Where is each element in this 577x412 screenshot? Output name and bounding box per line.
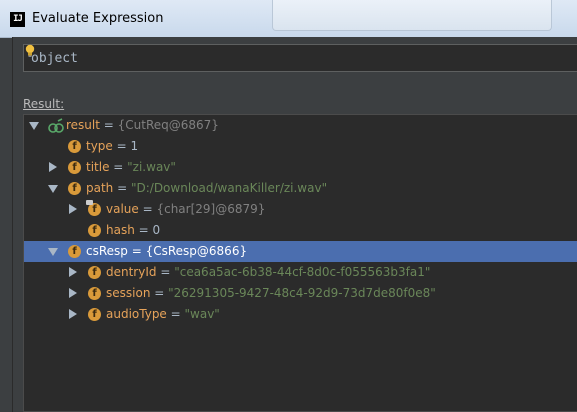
variable-name: type: [86, 139, 113, 153]
tree-row-title[interactable]: f title = "zi.wav": [24, 157, 577, 178]
tree-row-dentryid[interactable]: f dentryId = "cea6a5ac-6b38-44cf-8d0c-f0…: [24, 262, 577, 283]
field-icon: f: [88, 308, 101, 321]
variable-name: value: [106, 202, 139, 216]
chevron-down-icon[interactable]: [48, 248, 58, 256]
chevron-right-icon[interactable]: [49, 162, 57, 172]
tree-row-result[interactable]: result = {CutReq@6867}: [24, 115, 577, 136]
variable-value: 1: [130, 139, 139, 153]
tree-row-path[interactable]: f path = "D:/Download/wanaKiller/zi.wav": [24, 178, 577, 199]
variable-value: {CutReq@6867}: [117, 118, 219, 132]
result-tree[interactable]: result = {CutReq@6867} f type = 1 f titl…: [23, 114, 577, 412]
variable-value: "26291305-9427-48c4-92d9-73d7de80f0e8": [168, 286, 436, 300]
chevron-right-icon[interactable]: [69, 288, 77, 298]
tree-row-session[interactable]: f session = "26291305-9427-48c4-92d9-73d…: [24, 283, 577, 304]
field-icon: f: [68, 161, 81, 174]
variable-name: session: [106, 286, 151, 300]
variable-name: csResp: [86, 244, 128, 258]
final-badge-icon: [86, 200, 93, 205]
variable-value: "wav": [184, 307, 220, 321]
tree-row-type[interactable]: f type = 1: [24, 136, 577, 157]
field-icon: f: [68, 245, 81, 258]
watch-icon: [48, 118, 64, 133]
chevron-down-icon[interactable]: [29, 122, 39, 130]
expression-input[interactable]: [23, 44, 577, 72]
variable-name: path: [86, 181, 114, 195]
variable-name: dentryId: [106, 265, 157, 279]
intellij-icon: IJ: [10, 12, 25, 27]
tree-row-value[interactable]: f value = {char[29]@6879}: [24, 199, 577, 220]
tree-row-hash[interactable]: f hash = 0: [24, 220, 577, 241]
field-icon: f: [88, 287, 101, 300]
variable-value: {char[29]@6879}: [156, 202, 266, 216]
chevron-right-icon[interactable]: [69, 204, 77, 214]
title-bar: IJ Evaluate Expression: [0, 0, 577, 38]
variable-name: audioType: [106, 307, 167, 321]
variable-name: hash: [106, 223, 135, 237]
background-window: [272, 0, 552, 31]
field-icon: f: [68, 140, 81, 153]
variable-value: {CsResp@6866}: [145, 244, 248, 258]
window-title: Evaluate Expression: [32, 11, 164, 26]
field-icon: f: [68, 182, 81, 195]
variable-value: "zi.wav": [127, 160, 176, 174]
variable-value: "D:/Download/wanaKiller/zi.wav": [130, 181, 328, 195]
variable-value: 0: [152, 223, 161, 237]
result-label: Result:: [23, 97, 65, 111]
variable-name: title: [86, 160, 110, 174]
field-icon: f: [88, 266, 101, 279]
chevron-down-icon[interactable]: [48, 185, 58, 193]
variable-name: result: [66, 118, 100, 132]
expression-text[interactable]: object: [31, 51, 78, 66]
field-icon: f: [88, 224, 101, 237]
chevron-right-icon[interactable]: [69, 267, 77, 277]
tree-row-csresp[interactable]: f csResp = {CsResp@6866}: [24, 241, 577, 262]
variable-value: "cea6a5ac-6b38-44cf-8d0c-f055563b3fa1": [174, 265, 431, 279]
tree-row-audiotype[interactable]: f audioType = "wav": [24, 304, 577, 325]
field-icon: f: [86, 200, 101, 216]
chevron-right-icon[interactable]: [69, 309, 77, 319]
